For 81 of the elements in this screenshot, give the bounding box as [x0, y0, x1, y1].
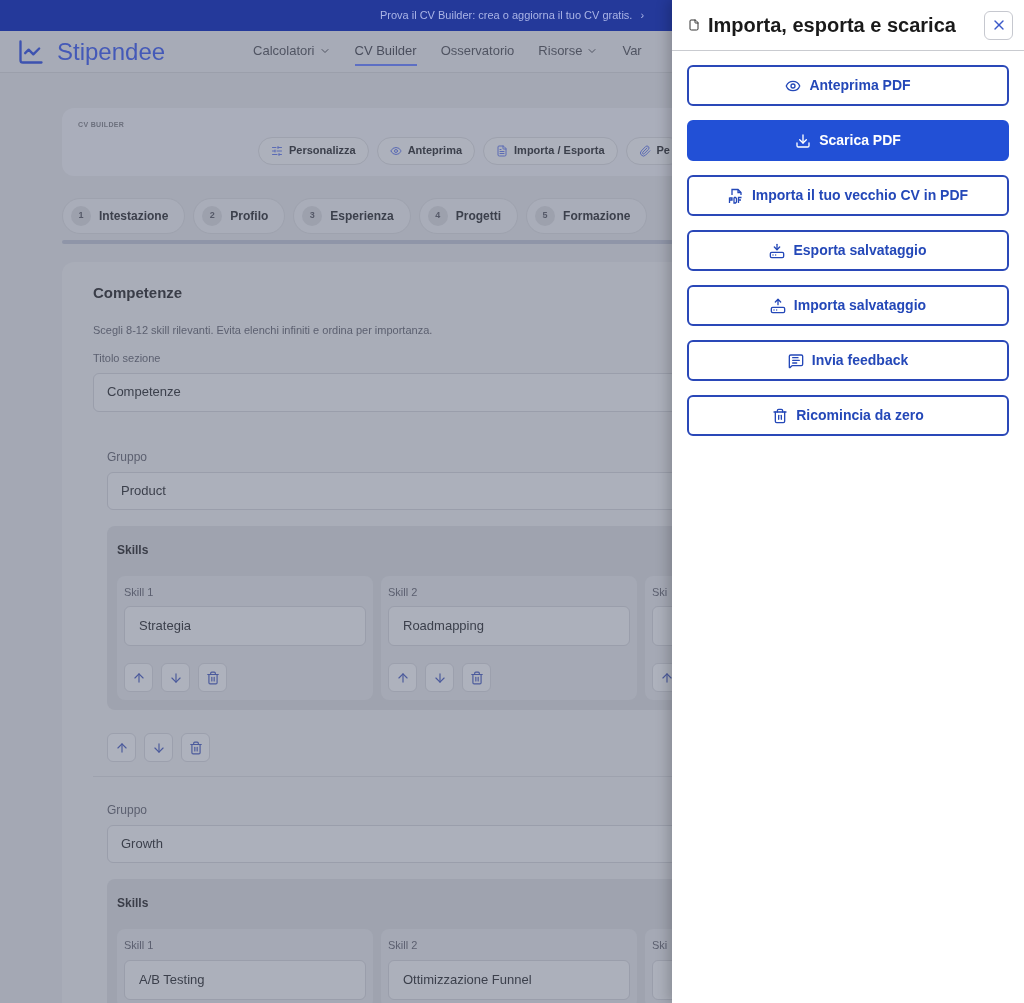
- arrow-down-icon: [151, 740, 166, 755]
- section-title-field[interactable]: Competenze: [93, 372, 672, 412]
- field-label: Gruppo: [107, 802, 149, 819]
- drawer-action-button[interactable]: Esporta salvataggio: [687, 230, 1009, 271]
- step-number: 4: [427, 206, 448, 226]
- drawer-action-button[interactable]: Invia feedback: [687, 340, 1009, 381]
- tray-download-icon: [769, 242, 786, 259]
- nav-link[interactable]: Osservatorio: [440, 36, 515, 67]
- section-description: Scegli 8-12 skill rilevanti. Evita elenchi infiniti e ordina per importanza.: [93, 322, 434, 338]
- toolbar-pill[interactable]: Pe: [625, 136, 672, 165]
- move-down-button[interactable]: [161, 663, 190, 692]
- drawer-action-button[interactable]: Ricomincia da zero: [687, 395, 1009, 436]
- pdf-file-icon: [727, 187, 744, 204]
- skills-heading: Skills: [117, 895, 150, 912]
- arrow-up-icon: [114, 740, 129, 755]
- site-logo[interactable]: Stipendee: [57, 33, 166, 70]
- field-label: Skill 1: [124, 938, 155, 953]
- field-label: Gruppo: [107, 448, 149, 466]
- move-up-button[interactable]: [388, 663, 417, 692]
- delete-button[interactable]: [181, 733, 210, 762]
- field-label: Skill 2: [388, 938, 419, 953]
- trash-icon: [188, 740, 203, 755]
- field-label: Titolo sezione: [93, 351, 162, 366]
- nav-link[interactable]: Var: [622, 36, 642, 67]
- nav-link[interactable]: CV Builder: [354, 36, 417, 67]
- step-number: 5: [535, 206, 556, 226]
- message-icon: [787, 352, 804, 369]
- step-tab[interactable]: 2 Profilo: [193, 198, 286, 234]
- toolbar-pill[interactable]: Personalizza: [258, 136, 369, 165]
- document-icon: [688, 19, 700, 31]
- arrow-down-icon: [168, 670, 183, 685]
- nav-link[interactable]: Risorse: [538, 36, 599, 67]
- chart-line-icon: [17, 37, 45, 66]
- eye-icon: [389, 144, 402, 157]
- skill-field[interactable]: Strategia: [124, 606, 366, 646]
- paperclip-icon: [638, 144, 651, 157]
- group-name-field[interactable]: Growth: [107, 825, 672, 863]
- field-label: Ski: [652, 584, 669, 600]
- skill-field[interactable]: Ottimizzazione Funnel: [388, 959, 630, 1000]
- move-up-button[interactable]: [107, 733, 136, 762]
- step-number: 3: [302, 206, 323, 226]
- banner-text: Prova il CV Builder: crea o aggiorna il tuo CV gratis.: [379, 8, 633, 24]
- step-tab[interactable]: 1 Intestazione: [62, 198, 186, 234]
- step-number: 1: [71, 206, 91, 226]
- move-down-button[interactable]: [144, 733, 173, 762]
- trash-icon: [469, 670, 484, 685]
- skill-field[interactable]: A/B Testing: [124, 959, 366, 1000]
- step-number: 2: [202, 206, 223, 226]
- delete-button[interactable]: [198, 663, 227, 692]
- sliders-icon: [271, 144, 283, 157]
- section-title: Competenze: [93, 283, 184, 303]
- drawer-action-button[interactable]: Importa salvataggio: [687, 285, 1009, 326]
- step-tab[interactable]: 3 Esperienza: [293, 198, 411, 234]
- download-icon: [795, 132, 812, 149]
- nav-link[interactable]: Calcolatori: [253, 36, 331, 67]
- field-label: Ski: [652, 938, 669, 953]
- move-down-button[interactable]: [425, 663, 454, 692]
- delete-button[interactable]: [462, 663, 491, 692]
- step-tab[interactable]: 5 Formazione: [526, 198, 648, 234]
- toolbar-pill[interactable]: Anteprima: [376, 136, 476, 165]
- trash-icon: [772, 407, 789, 424]
- banner-arrow[interactable]: ›: [640, 7, 645, 24]
- arrow-up-icon: [131, 670, 146, 685]
- group-name-field[interactable]: Product: [107, 471, 672, 510]
- drawer-action-button[interactable]: Scarica PDF: [687, 120, 1009, 161]
- drawer-title: Importa, esporta e scarica: [708, 13, 956, 38]
- drawer-action-button[interactable]: Importa il tuo vecchio CV in PDF: [687, 175, 1009, 216]
- tray-upload-icon: [769, 297, 786, 314]
- arrow-down-icon: [432, 670, 447, 685]
- document-icon: [496, 144, 509, 157]
- field-label: Skill 2: [388, 584, 419, 600]
- skill-field[interactable]: Roadmapping: [388, 606, 630, 646]
- close-button[interactable]: [984, 10, 1013, 40]
- arrow-up-icon: [395, 670, 410, 685]
- move-up-button[interactable]: [124, 663, 153, 692]
- field-label: Skill 1: [124, 584, 155, 600]
- toolbar-pill[interactable]: Importa / Esporta: [483, 136, 618, 165]
- drawer-action-button[interactable]: Anteprima PDF: [687, 65, 1009, 106]
- skills-heading: Skills: [117, 541, 150, 559]
- trash-icon: [205, 670, 220, 685]
- step-tab[interactable]: 4 Progetti: [418, 198, 519, 234]
